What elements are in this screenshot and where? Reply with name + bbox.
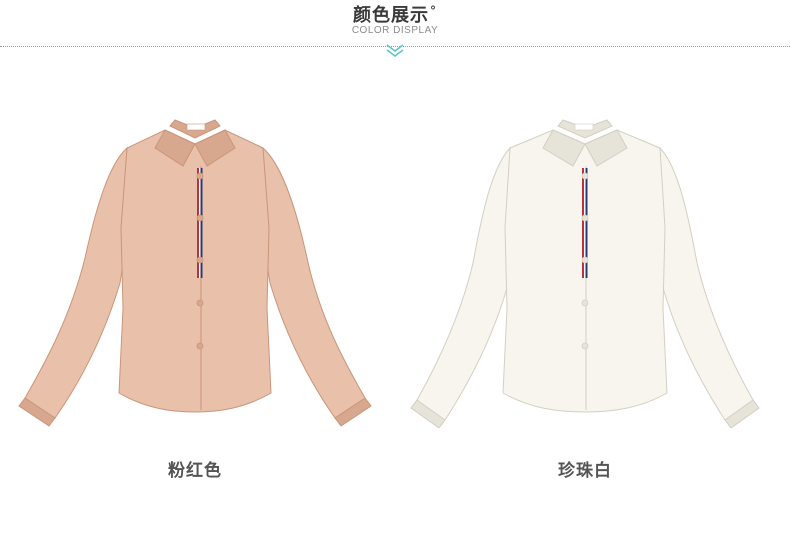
pink-shirt-image (18, 119, 372, 427)
shirt-body (18, 119, 372, 427)
section-title-mark: ° (430, 4, 437, 18)
color-name-label: 粉红色 (168, 461, 222, 481)
product-white[interactable]: 珍珠白 (405, 108, 765, 528)
section-header: 颜色展示° COLOR DISPLAY (0, 0, 790, 60)
product-pink[interactable]: 粉红色 (15, 108, 375, 528)
color-name-label: 珍珠白 (558, 461, 612, 481)
section-title-text: 颜色展示 (353, 5, 429, 26)
double-chevron-down-icon (386, 44, 404, 57)
section-subtitle: COLOR DISPLAY (351, 25, 439, 36)
shirt-body (410, 119, 760, 428)
white-shirt-image (410, 119, 760, 428)
section-title: 颜色展示° (0, 1, 790, 27)
